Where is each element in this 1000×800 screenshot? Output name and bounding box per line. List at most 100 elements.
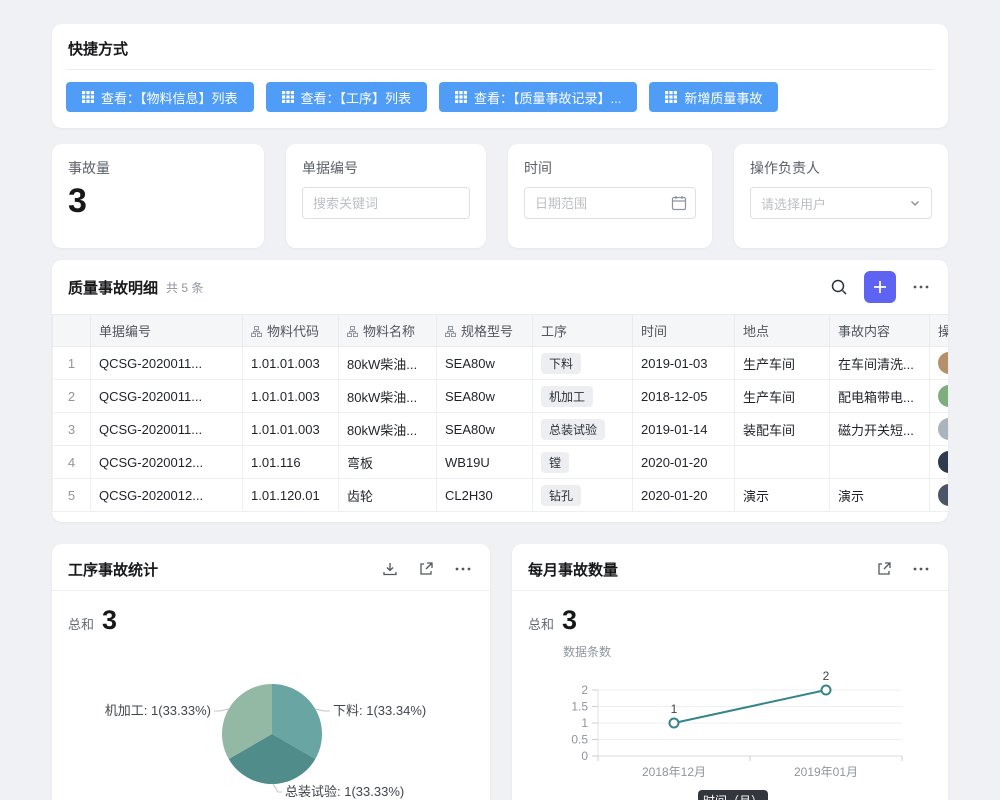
line-series — [674, 690, 826, 723]
x-tick-label: 2019年01月 — [794, 765, 858, 779]
time-label: 时间 — [524, 158, 696, 178]
process-chart-actions — [380, 558, 474, 580]
shortcut-button[interactable]: 查看：【质量事故记录】... — [439, 82, 637, 112]
shortcut-button[interactable]: 查看：【工序】列表 — [266, 82, 428, 112]
point-label: 1 — [671, 702, 678, 716]
cell-doc: QCSG-2020011... — [91, 413, 243, 446]
cell-doc: QCSG-2020011... — [91, 347, 243, 380]
cell-no: 3 — [53, 413, 91, 446]
total-value: 3 — [102, 605, 117, 636]
cell-place: 演示 — [735, 479, 830, 512]
cell-no: 1 — [53, 347, 91, 380]
cell-date: 2019-01-03 — [633, 347, 735, 380]
cell-content: 演示 — [830, 479, 930, 512]
shortcut-label: 查看：【工序】列表 — [301, 88, 412, 107]
grid-icon — [82, 91, 94, 103]
operator-label: 操作负责人 — [750, 158, 932, 178]
x-axis-title-pill — [698, 790, 768, 800]
avatar — [938, 484, 948, 506]
date-range-input[interactable] — [524, 187, 696, 219]
cell-name: 齿轮 — [339, 479, 437, 512]
cell-spec: CL2H30 — [437, 479, 533, 512]
cell-process: 下料 — [533, 347, 633, 380]
cell-name: 弯板 — [339, 446, 437, 479]
cell-spec: WB19U — [437, 446, 533, 479]
table-title: 质量事故明细 — [68, 277, 158, 298]
process-tag: 钻孔 — [541, 485, 581, 506]
cell-place: 生产车间 — [735, 347, 830, 380]
add-record-button[interactable] — [864, 271, 896, 303]
monthly-chart-card: 每月事故数量 总和 3 数据条数00.511.5212018年12月22019年… — [512, 544, 948, 800]
data-point — [822, 686, 831, 695]
cell-content — [830, 446, 930, 479]
cell-no: 2 — [53, 380, 91, 413]
total-label: 总和 — [528, 614, 554, 633]
relation-icon — [251, 326, 262, 337]
grid-icon — [455, 91, 467, 103]
process-tag: 总装试验 — [541, 419, 605, 440]
cell-doc: QCSG-2020011... — [91, 380, 243, 413]
total-value: 3 — [562, 605, 577, 636]
table-row[interactable]: 3QCSG-2020011...1.01.01.00380kW柴油...SEA8… — [53, 413, 949, 446]
grid-icon — [665, 91, 677, 103]
shortcut-button[interactable]: 查看：【物料信息】列表 — [66, 82, 254, 112]
avatar — [938, 418, 948, 440]
table-row[interactable]: 2QCSG-2020011...1.01.01.00380kW柴油...SEA8… — [53, 380, 949, 413]
process-chart-header: 工序事故统计 — [52, 544, 490, 591]
column-header: 规格型号 — [437, 315, 533, 347]
cell-no: 5 — [53, 479, 91, 512]
cell-spec: SEA80w — [437, 347, 533, 380]
process-chart-title: 工序事故统计 — [68, 559, 158, 580]
shortcuts-card: 快捷方式 查看：【物料信息】列表查看：【工序】列表查看：【质量事故记录】...新… — [52, 24, 948, 128]
column-header — [53, 315, 91, 347]
grid-icon — [282, 91, 294, 103]
monthly-chart-actions — [874, 558, 932, 580]
accident-count-value: 3 — [68, 182, 248, 221]
download-icon[interactable] — [380, 559, 400, 579]
cell-spec: SEA80w — [437, 413, 533, 446]
table-row[interactable]: 1QCSG-2020011...1.01.01.00380kW柴油...SEA8… — [53, 347, 949, 380]
cell-process: 钻孔 — [533, 479, 633, 512]
doc-no-label: 单据编号 — [302, 158, 470, 178]
column-header: 单据编号 — [91, 315, 243, 347]
pie-slice — [272, 684, 322, 759]
filter-row: 事故量 3 单据编号 时间 操作负责人 请选择用户 — [52, 144, 948, 248]
doc-no-filter-card: 单据编号 — [286, 144, 486, 248]
cell-date: 2020-01-20 — [633, 479, 735, 512]
doc-no-input[interactable] — [302, 187, 470, 219]
relation-icon — [445, 326, 456, 337]
more-icon[interactable] — [452, 558, 474, 580]
x-tick-label: 2018年12月 — [642, 765, 706, 779]
y-tick-label: 1 — [581, 716, 588, 730]
column-header: 时间 — [633, 315, 735, 347]
shortcut-buttons: 查看：【物料信息】列表 查看：【工序】列表 查看：【质量事故记录】... 新增质量事故 — [66, 82, 934, 112]
more-icon[interactable] — [910, 276, 932, 298]
process-chart-card: 工序事故统计 总和 3 下料: 1(33.34%)总装试验: 1(3 — [52, 544, 490, 800]
more-icon[interactable] — [910, 558, 932, 580]
operator-select-placeholder: 请选择用户 — [761, 194, 826, 213]
table-row[interactable]: 5QCSG-2020012...1.01.120.01齿轮CL2H30钻孔202… — [53, 479, 949, 512]
shortcut-label: 新增质量事故 — [684, 88, 762, 107]
column-header: 事故内容 — [830, 315, 930, 347]
shortcut-label: 查看：【质量事故记录】... — [474, 88, 621, 107]
shortcut-button[interactable]: 新增质量事故 — [649, 82, 778, 112]
column-header: 工序 — [533, 315, 633, 347]
y-tick-label: 0 — [581, 749, 588, 763]
search-icon[interactable] — [828, 276, 850, 298]
export-icon[interactable] — [416, 559, 436, 579]
table-header-row: 单据编号物料代码物料名称规格型号工序时间地点事故内容操 — [53, 315, 949, 347]
cell-avatar — [930, 347, 949, 380]
table-row[interactable]: 4QCSG-2020012...1.01.116弯板WB19U镗2020-01-… — [53, 446, 949, 479]
operator-select[interactable]: 请选择用户 — [750, 187, 932, 219]
plus-icon — [872, 279, 888, 295]
table-count: 共 5 条 — [166, 279, 203, 296]
shortcut-label: 查看：【物料信息】列表 — [101, 88, 238, 107]
chevron-down-icon — [909, 197, 921, 209]
data-point — [670, 719, 679, 728]
export-icon[interactable] — [874, 559, 894, 579]
cell-avatar — [930, 380, 949, 413]
monthly-chart-header: 每月事故数量 — [512, 544, 948, 591]
total-label: 总和 — [68, 614, 94, 633]
cell-avatar — [930, 479, 949, 512]
operator-filter-card: 操作负责人 请选择用户 — [734, 144, 948, 248]
